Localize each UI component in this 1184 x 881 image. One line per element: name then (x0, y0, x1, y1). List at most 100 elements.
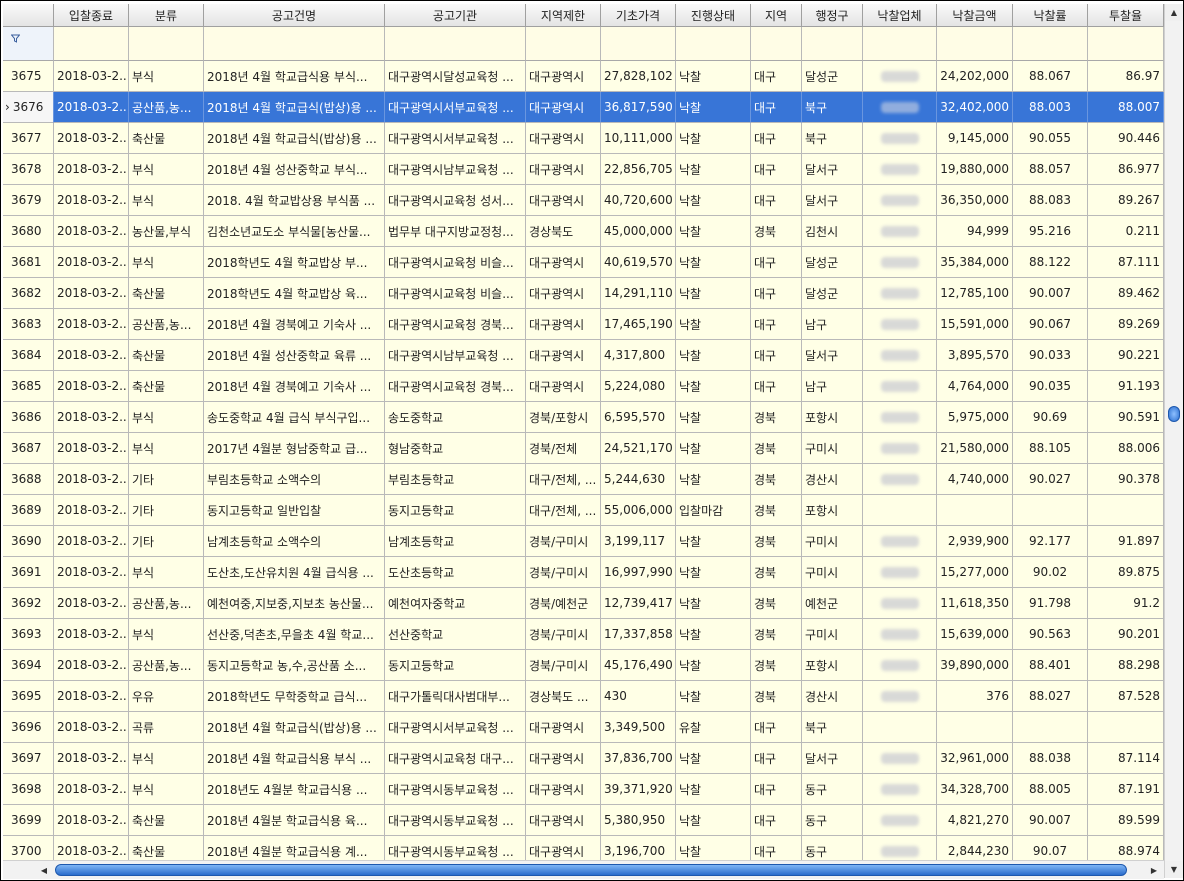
notice-agency-cell[interactable]: 대구광역시교육청 비슬... (385, 247, 526, 278)
winning-amount-cell[interactable]: 32,961,000 (937, 743, 1013, 774)
base-price-cell[interactable]: 16,997,990 (601, 557, 676, 588)
bid-end-date-cell[interactable]: 2018-03-2... (54, 278, 129, 309)
bid-rate-cell[interactable]: 90.201 (1088, 619, 1164, 650)
notice-agency-cell[interactable]: 동지고등학교 (385, 495, 526, 526)
category-cell[interactable]: 기타 (129, 526, 204, 557)
category-cell[interactable]: 부식 (129, 402, 204, 433)
filter-cell-winning-company[interactable] (863, 27, 937, 61)
winning-company-cell[interactable] (863, 61, 937, 92)
table-row[interactable]: 3685 2018-03-2... 축산물 2018년 4월 경북예고 기숙사 ...… (3, 371, 1164, 402)
winning-rate-cell[interactable]: 88.038 (1013, 743, 1088, 774)
category-cell[interactable]: 농산물,부식 (129, 216, 204, 247)
filter-row-indicator[interactable] (3, 27, 54, 61)
area-cell[interactable]: 대구 (751, 340, 802, 371)
category-cell[interactable]: 공산품,농... (129, 650, 204, 681)
area-cell[interactable]: 경북 (751, 402, 802, 433)
notice-title-cell[interactable]: 2018년 4월분 학교급식용 육... (204, 805, 385, 836)
column-header-bid-rate[interactable]: 투찰율 (1088, 4, 1164, 27)
region-limit-cell[interactable]: 대구광역시 (526, 92, 601, 123)
progress-status-cell[interactable]: 낙찰 (676, 619, 751, 650)
notice-title-cell[interactable]: 김천소년교도소 부식물[농산물... (204, 216, 385, 247)
filter-cell-base-price[interactable] (601, 27, 676, 61)
notice-title-cell[interactable]: 예천여중,지보중,지보초 농산물... (204, 588, 385, 619)
category-cell[interactable]: 부식 (129, 743, 204, 774)
winning-company-cell[interactable] (863, 154, 937, 185)
winning-rate-cell[interactable]: 90.02 (1013, 557, 1088, 588)
progress-status-cell[interactable]: 낙찰 (676, 681, 751, 712)
base-price-cell[interactable]: 10,111,000 (601, 123, 676, 154)
district-cell[interactable]: 포항시 (802, 402, 863, 433)
district-cell[interactable]: 남구 (802, 309, 863, 340)
bid-rate-cell[interactable]: 90.591 (1088, 402, 1164, 433)
progress-status-cell[interactable]: 낙찰 (676, 123, 751, 154)
base-price-cell[interactable]: 4,317,800 (601, 340, 676, 371)
notice-agency-cell[interactable]: 예천여자중학교 (385, 588, 526, 619)
region-limit-cell[interactable]: 경상북도 ... (526, 681, 601, 712)
category-cell[interactable]: 축산물 (129, 278, 204, 309)
bid-rate-cell[interactable]: 91.2 (1088, 588, 1164, 619)
table-row[interactable]: 3681 2018-03-2... 부식 2018학년도 4월 학교밥상 부... 대구… (3, 247, 1164, 278)
bid-end-date-cell[interactable]: 2018-03-2... (54, 805, 129, 836)
column-header-progress-status[interactable]: 진행상태 (676, 4, 751, 27)
scroll-right-button[interactable]: ▶ (1146, 862, 1162, 878)
notice-title-cell[interactable]: 동지고등학교 농,수,공산품 소... (204, 650, 385, 681)
progress-status-cell[interactable]: 낙찰 (676, 247, 751, 278)
progress-status-cell[interactable]: 낙찰 (676, 650, 751, 681)
region-limit-cell[interactable]: 경북/구미시 (526, 526, 601, 557)
bid-end-date-cell[interactable]: 2018-03-2... (54, 247, 129, 278)
area-cell[interactable]: 대구 (751, 123, 802, 154)
bid-rate-cell[interactable]: 90.378 (1088, 464, 1164, 495)
winning-company-cell[interactable] (863, 123, 937, 154)
area-cell[interactable]: 대구 (751, 743, 802, 774)
base-price-cell[interactable]: 12,739,417 (601, 588, 676, 619)
progress-status-cell[interactable]: 낙찰 (676, 278, 751, 309)
region-limit-cell[interactable]: 대구광역시 (526, 123, 601, 154)
base-price-cell[interactable]: 39,371,920 (601, 774, 676, 805)
district-cell[interactable]: 동구 (802, 805, 863, 836)
base-price-cell[interactable]: 14,291,110 (601, 278, 676, 309)
bid-rate-cell[interactable]: 90.446 (1088, 123, 1164, 154)
base-price-cell[interactable]: 6,595,570 (601, 402, 676, 433)
notice-agency-cell[interactable]: 선산중학교 (385, 619, 526, 650)
filter-cell-notice-title[interactable] (204, 27, 385, 61)
bid-rate-cell[interactable]: 88.006 (1088, 433, 1164, 464)
district-cell[interactable]: 달성군 (802, 278, 863, 309)
bid-end-date-cell[interactable]: 2018-03-2... (54, 712, 129, 743)
table-row[interactable]: 3698 2018-03-2... 부식 2018년도 4월분 학교급식용 ... 대구… (3, 774, 1164, 805)
table-row[interactable]: 3689 2018-03-2... 기타 동지고등학교 일반입찰 동지고등학교 대구/전체… (3, 495, 1164, 526)
progress-status-cell[interactable]: 낙찰 (676, 402, 751, 433)
notice-agency-cell[interactable]: 대구광역시남부교육청 ... (385, 340, 526, 371)
bid-rate-cell[interactable]: 87.191 (1088, 774, 1164, 805)
winning-amount-cell[interactable] (937, 712, 1013, 743)
area-cell[interactable]: 대구 (751, 805, 802, 836)
region-limit-cell[interactable]: 대구광역시 (526, 309, 601, 340)
region-limit-cell[interactable]: 대구/전체, ... (526, 464, 601, 495)
filter-cell-region-limit[interactable] (526, 27, 601, 61)
area-cell[interactable]: 대구 (751, 154, 802, 185)
district-cell[interactable]: 예천군 (802, 588, 863, 619)
winning-company-cell[interactable] (863, 495, 937, 526)
category-cell[interactable]: 축산물 (129, 371, 204, 402)
region-limit-cell[interactable]: 대구광역시 (526, 61, 601, 92)
district-cell[interactable]: 구미시 (802, 433, 863, 464)
table-row[interactable]: 3688 2018-03-2... 기타 부림초등학교 소액수의 부림초등학교 대구/전체… (3, 464, 1164, 495)
district-cell[interactable]: 김천시 (802, 216, 863, 247)
area-cell[interactable]: 경북 (751, 495, 802, 526)
district-cell[interactable]: 북구 (802, 92, 863, 123)
notice-title-cell[interactable]: 2018년 4월 학교급식용 부식... (204, 61, 385, 92)
winning-rate-cell[interactable]: 88.027 (1013, 681, 1088, 712)
notice-title-cell[interactable]: 2018년 4월 학교급식(밥상)용 ... (204, 92, 385, 123)
base-price-cell[interactable]: 55,006,000 (601, 495, 676, 526)
table-row[interactable]: 3696 2018-03-2... 곡류 2018년 4월 학교급식(밥상)용 ...… (3, 712, 1164, 743)
area-cell[interactable]: 대구 (751, 774, 802, 805)
winning-rate-cell[interactable]: 90.055 (1013, 123, 1088, 154)
column-header-winning-amount[interactable]: 낙찰금액 (937, 4, 1013, 27)
district-cell[interactable]: 동구 (802, 774, 863, 805)
notice-title-cell[interactable]: 도산초,도산유치원 4월 급식용 ... (204, 557, 385, 588)
progress-status-cell[interactable]: 낙찰 (676, 588, 751, 619)
base-price-cell[interactable]: 3,199,117 (601, 526, 676, 557)
table-row[interactable]: 3678 2018-03-2... 부식 2018년 4월 성산중학교 부식... 대구… (3, 154, 1164, 185)
notice-title-cell[interactable]: 2018년 4월 성산중학교 육류 ... (204, 340, 385, 371)
base-price-cell[interactable]: 22,856,705 (601, 154, 676, 185)
area-cell[interactable]: 경북 (751, 650, 802, 681)
